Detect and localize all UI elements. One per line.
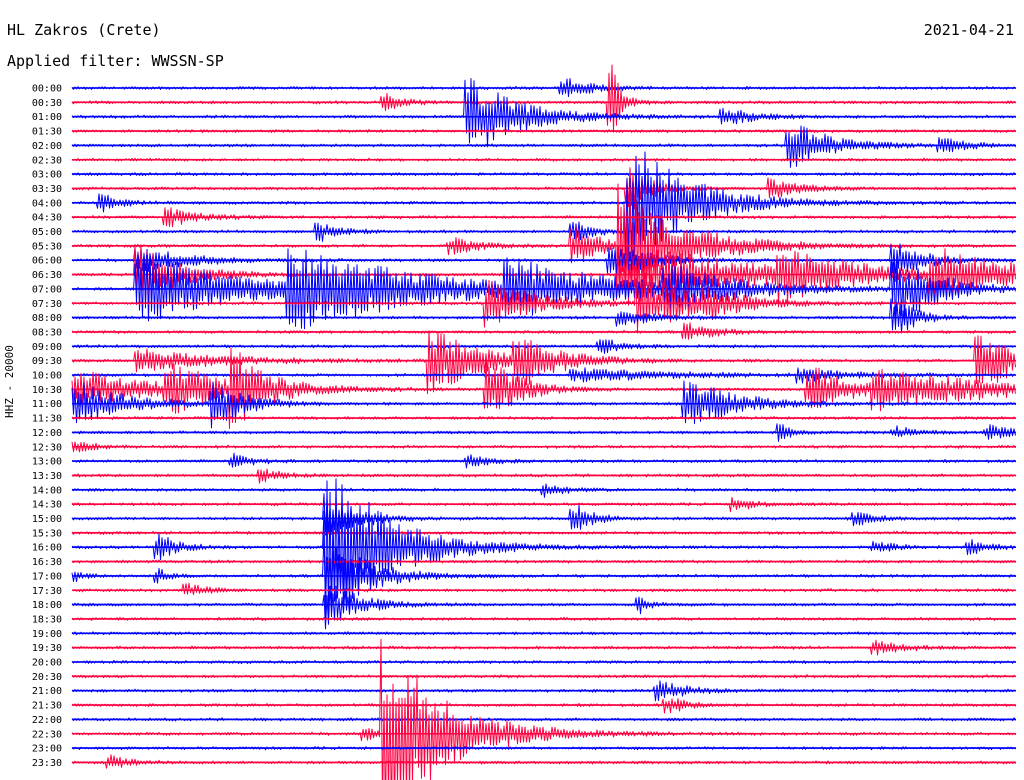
time-tick-label: 18:00 xyxy=(32,600,62,611)
trace-line xyxy=(71,151,1016,267)
time-tick-label: 19:00 xyxy=(32,629,62,640)
time-tick-label: 21:30 xyxy=(32,701,62,712)
time-tick-label: 23:30 xyxy=(32,758,62,769)
time-tick-label: 14:00 xyxy=(32,485,62,496)
trace-line xyxy=(71,585,1016,630)
time-tick-label: 13:00 xyxy=(32,457,62,468)
time-tick-label: 12:00 xyxy=(32,428,62,439)
time-tick-label: 13:30 xyxy=(32,471,62,482)
time-tick-label: 09:00 xyxy=(32,342,62,353)
time-tick-label: 12:30 xyxy=(32,442,62,453)
time-tick-label: 18:30 xyxy=(32,614,62,625)
time-tick-label: 00:30 xyxy=(32,98,62,109)
time-tick-label: 10:30 xyxy=(32,385,62,396)
time-tick-label: 01:30 xyxy=(32,127,62,138)
time-tick-label: 19:30 xyxy=(32,643,62,654)
time-tick-label: 20:00 xyxy=(32,658,62,669)
trace-line xyxy=(71,483,1016,498)
time-tick-label: 15:00 xyxy=(32,514,62,525)
seismogram-plot: 00:00 00:30 01:00 01:30 02:00 02:30 03:00 03:30… xyxy=(32,64,1016,780)
time-tick-label: 05:30 xyxy=(32,241,62,252)
time-tick-label: 20:30 xyxy=(32,672,62,683)
time-tick-label: 04:30 xyxy=(32,213,62,224)
time-tick-label: 10:00 xyxy=(32,371,62,382)
time-tick-label: 07:00 xyxy=(32,284,62,295)
time-tick-label: 01:00 xyxy=(32,112,62,123)
time-tick-label: 11:00 xyxy=(32,399,62,410)
trace-line xyxy=(71,244,1016,308)
time-tick-label: 03:00 xyxy=(32,170,62,181)
time-tick-label: 22:30 xyxy=(32,729,62,740)
time-tick-label: 16:00 xyxy=(32,543,62,554)
time-tick-label: 02:30 xyxy=(32,155,62,166)
time-tick-label: 07:30 xyxy=(32,299,62,310)
time-tick-label: 22:00 xyxy=(32,715,62,726)
seismogram-traces xyxy=(71,64,1016,780)
time-tick-label: 16:30 xyxy=(32,557,62,568)
time-tick-label: 23:00 xyxy=(32,744,62,755)
time-tick-label: 14:30 xyxy=(32,500,62,511)
time-tick-label: 02:00 xyxy=(32,141,62,152)
time-tick-label: 05:00 xyxy=(32,227,62,238)
time-tick-label: 09:30 xyxy=(32,356,62,367)
trace-line xyxy=(71,493,1016,536)
trace-line xyxy=(71,754,1016,769)
time-tick-label: 15:30 xyxy=(32,528,62,539)
time-tick-label: 17:30 xyxy=(32,586,62,597)
trace-line xyxy=(71,583,1016,596)
time-tick-label: 04:00 xyxy=(32,198,62,209)
trace-line xyxy=(71,125,1016,168)
time-tick-label: 00:00 xyxy=(32,84,62,95)
time-tick-label: 08:30 xyxy=(32,327,62,338)
trace-line xyxy=(71,322,1016,340)
time-tick-label: 03:30 xyxy=(32,184,62,195)
trace-line xyxy=(71,478,1016,623)
time-tick-label: 17:00 xyxy=(32,571,62,582)
time-tick-labels: 00:00 00:30 01:00 01:30 02:00 02:30 03:00 03:30… xyxy=(32,84,62,769)
time-tick-label: 08:00 xyxy=(32,313,62,324)
time-tick-label: 06:30 xyxy=(32,270,62,281)
time-tick-label: 06:00 xyxy=(32,256,62,267)
time-tick-label: 21:00 xyxy=(32,686,62,697)
trace-line xyxy=(71,638,1016,780)
time-tick-label: 11:30 xyxy=(32,414,62,425)
